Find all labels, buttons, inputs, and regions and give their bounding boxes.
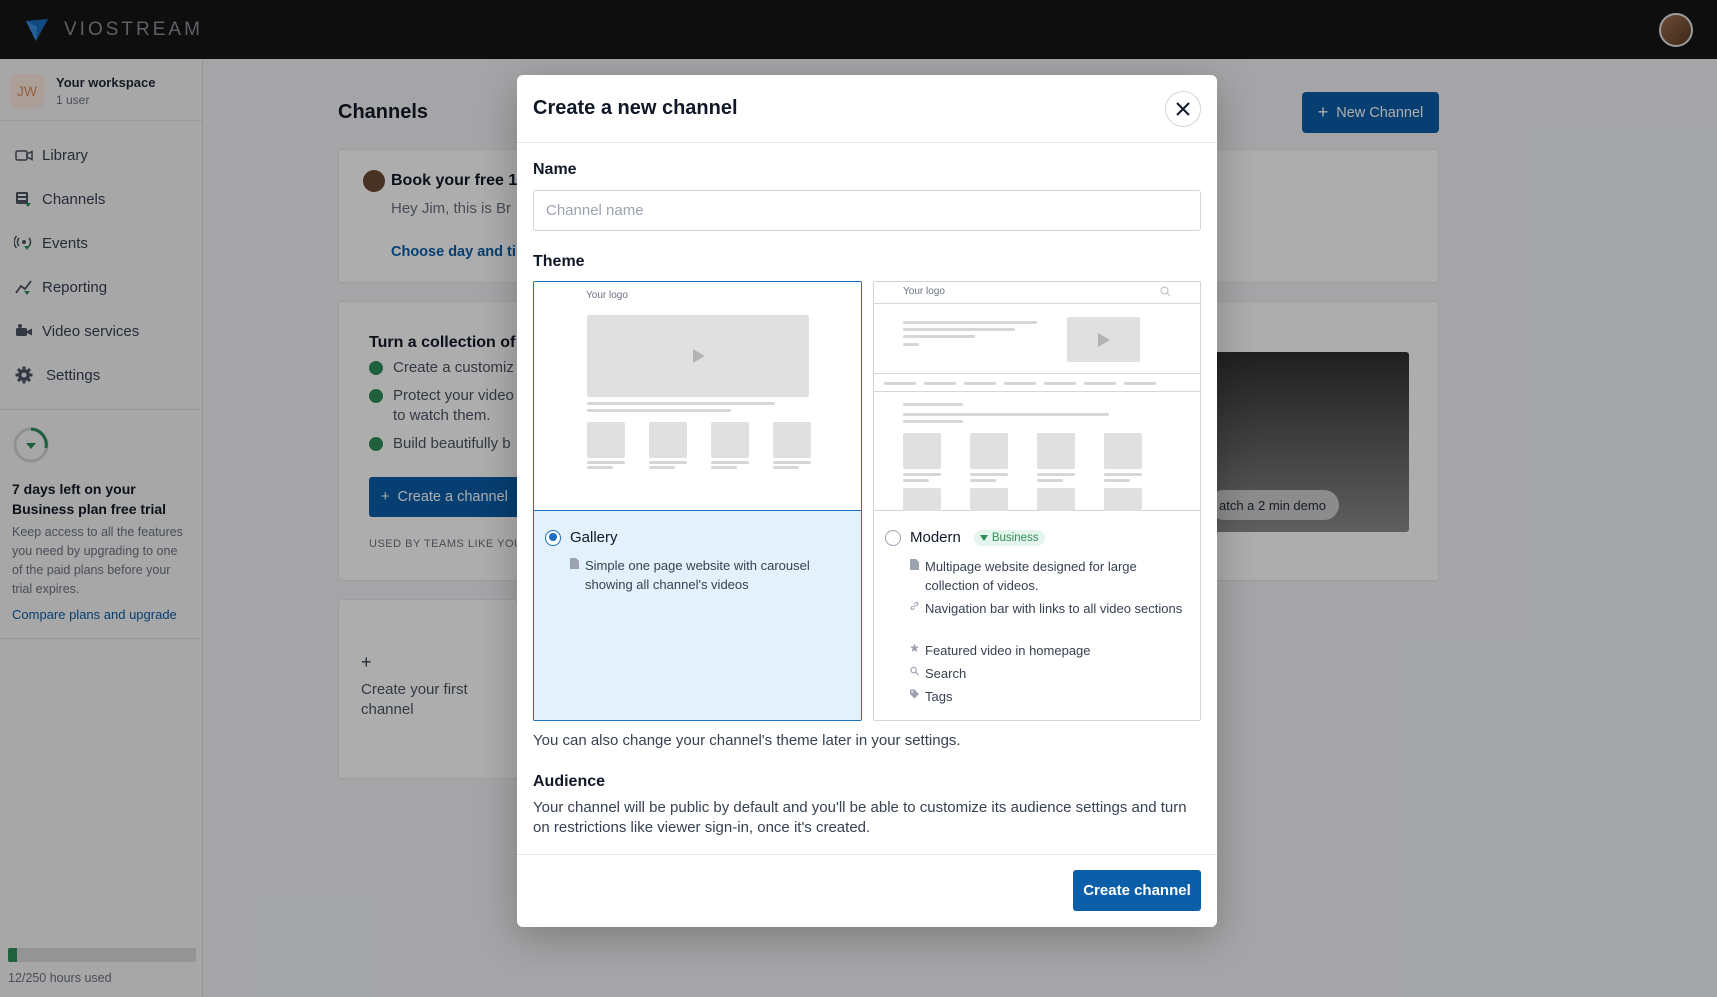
theme-feature: Navigation bar with links to all video s… (910, 599, 1190, 618)
modal-header: Create a new channel (517, 75, 1217, 143)
search-icon (1160, 286, 1171, 297)
modern-radio-row[interactable]: Modern Business (885, 529, 1045, 546)
theme-option-modern[interactable]: Your logo Modern Business Multipage webs… (873, 281, 1201, 721)
play-icon (1098, 333, 1110, 347)
page-icon (570, 558, 579, 569)
search-icon (910, 666, 919, 676)
theme-note: You can also change your channel's theme… (533, 732, 961, 749)
theme-name: Modern (910, 529, 961, 546)
name-label: Name (533, 161, 577, 178)
theme-option-gallery[interactable]: Your logo Gallery Simple one page websit… (533, 281, 862, 721)
gallery-radio-row[interactable]: Gallery (545, 529, 618, 546)
modern-radio[interactable] (885, 529, 901, 546)
gallery-preview: Your logo (534, 282, 861, 511)
gallery-radio[interactable] (545, 529, 561, 546)
preview-logo-text: Your logo (903, 286, 945, 297)
tag-icon (910, 689, 919, 699)
modern-preview: Your logo (874, 282, 1200, 511)
modal-title: Create a new channel (533, 97, 738, 119)
audience-label: Audience (533, 773, 606, 790)
channel-name-input[interactable] (533, 190, 1201, 231)
link-icon (910, 601, 919, 611)
page-icon (910, 559, 919, 570)
theme-name: Gallery (570, 529, 618, 546)
business-badge: Business (973, 529, 1045, 546)
audience-text: Your channel will be public by default a… (533, 799, 1187, 836)
modal-footer: Create channel (517, 854, 1217, 927)
theme-feature: Simple one page website with carousel sh… (570, 556, 850, 594)
modern-details: Modern Business Multipage website design… (874, 511, 1200, 720)
play-icon (693, 349, 705, 363)
close-button[interactable] (1165, 91, 1201, 127)
star-icon (910, 643, 919, 653)
gallery-details: Gallery Simple one page website with car… (534, 511, 861, 720)
preview-logo-text: Your logo (586, 290, 628, 301)
theme-feature: Featured video in homepage (910, 641, 1190, 660)
chevron-down-icon (979, 534, 988, 541)
create-channel-button[interactable]: Create channel (1073, 870, 1201, 911)
theme-label: Theme (533, 253, 585, 270)
close-icon (1176, 102, 1190, 116)
theme-feature: Tags (910, 687, 1190, 706)
theme-feature: Multipage website designed for large col… (910, 557, 1190, 595)
create-channel-modal: Create a new channel Name Theme Your log… (517, 75, 1217, 927)
theme-feature: Search (910, 664, 1190, 683)
